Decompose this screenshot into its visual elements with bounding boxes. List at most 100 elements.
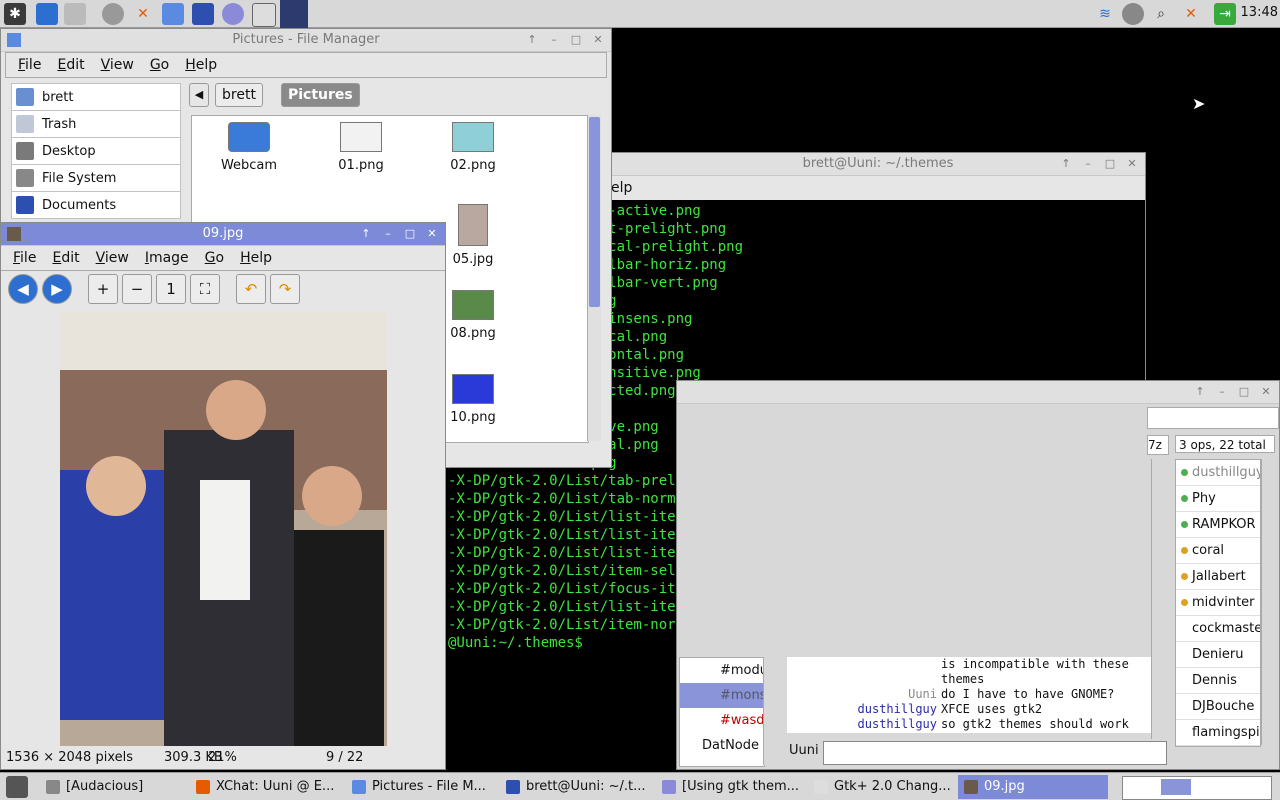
breadcrumb-brett[interactable]: brett [215, 83, 263, 107]
menu-help[interactable]: Help [232, 250, 280, 266]
logout-icon[interactable]: ⇥ [1214, 3, 1236, 25]
xchat-icon[interactable]: ✕ [132, 3, 154, 25]
maximize-button[interactable]: □ [1103, 153, 1117, 175]
channel-item[interactable]: DatNode [680, 733, 764, 758]
previous-image-button[interactable]: ◀ [8, 274, 38, 304]
menu-view[interactable]: View [93, 57, 142, 73]
chat-nick[interactable]: dusthillguy [787, 702, 941, 717]
user-list-item[interactable]: Denieru [1176, 642, 1260, 668]
menu-image[interactable]: Image [137, 250, 197, 266]
image-canvas[interactable] [4, 310, 444, 748]
browser-icon[interactable] [222, 3, 244, 25]
user-list-item[interactable]: dusthillguy [1176, 460, 1260, 486]
back-arrow-icon[interactable]: ◀ [189, 83, 209, 107]
image-viewer-titlebar[interactable]: 09.jpg ↑ – □ ✕ [1, 223, 445, 246]
taskbar-button[interactable]: brett@Uuni: ~/.t... [500, 775, 654, 799]
menu-file[interactable]: File [10, 57, 49, 73]
shade-button[interactable]: ↑ [525, 29, 539, 51]
minimize-button[interactable]: – [547, 29, 561, 51]
user-list-item[interactable]: coral [1176, 538, 1260, 564]
menu-go[interactable]: Go [197, 250, 232, 266]
chat-input[interactable] [823, 741, 1167, 765]
disk-icon[interactable] [102, 3, 124, 25]
sidebar-item-filesystem[interactable]: File System [11, 164, 181, 191]
taskbar-button[interactable]: 09.jpg [958, 775, 1108, 799]
image-viewer-icon[interactable] [280, 0, 308, 28]
taskbar-button[interactable]: XChat: Uuni @ E... [190, 775, 342, 799]
user-list-item[interactable]: Jallabert [1176, 564, 1260, 590]
menu-file[interactable]: File [5, 250, 44, 266]
taskbar-button[interactable]: Gtk+ 2.0 Chang... [808, 775, 956, 799]
terminal-titlebar[interactable]: brett@Uuni: ~/.themes ↑ – □ ✕ [611, 153, 1145, 176]
userlist-scrollbar[interactable] [1261, 459, 1275, 745]
rotate-right-button[interactable]: ↷ [270, 274, 300, 304]
chat-nick[interactable] [787, 657, 941, 672]
xchat-titlebar[interactable]: ↑ – □ ✕ [677, 381, 1279, 404]
search-icon[interactable]: ⌕ [1150, 3, 1172, 25]
user-list-item[interactable]: DJBouche [1176, 694, 1260, 720]
maximize-button[interactable]: □ [569, 29, 583, 51]
taskbar-button[interactable]: Pictures - File M... [346, 775, 498, 799]
xchat-tray-icon[interactable]: ✕ [1180, 3, 1202, 25]
maximize-button[interactable]: □ [1237, 381, 1251, 403]
sidebar-item-documents[interactable]: Documents [11, 191, 181, 219]
user-list-item[interactable]: RAMPKOR [1176, 512, 1260, 538]
shade-button[interactable]: ↑ [1059, 153, 1073, 175]
close-button[interactable]: ✕ [1125, 153, 1139, 175]
app-menu-icon[interactable]: ✱ [4, 3, 26, 25]
next-image-button[interactable]: ▶ [42, 274, 72, 304]
chat-nick[interactable]: Uuni [787, 687, 941, 702]
desktop-icon[interactable] [36, 3, 58, 25]
file-item[interactable]: Webcam [204, 122, 294, 173]
rotate-left-button[interactable]: ↶ [236, 274, 266, 304]
channel-item[interactable]: #wasd [680, 708, 764, 733]
file-view-scrollbar[interactable] [587, 115, 601, 441]
terminal-menu-help[interactable]: elp [611, 180, 632, 196]
chat-nick[interactable]: dusthillguy [787, 717, 941, 732]
maximize-button[interactable]: □ [403, 223, 417, 245]
close-button[interactable]: ✕ [591, 29, 605, 51]
user-list[interactable]: dusthillguy Phy RAMPKOR coral Jallabert midvi… [1175, 459, 1261, 747]
sidebar-item-brett[interactable]: brett [11, 83, 181, 110]
minimize-button[interactable]: – [1081, 153, 1095, 175]
sidebar-item-trash[interactable]: Trash [11, 110, 181, 137]
menu-help[interactable]: Help [177, 57, 225, 73]
menu-edit[interactable]: Edit [44, 250, 87, 266]
zoom-out-button[interactable]: − [122, 274, 152, 304]
workspace-switcher[interactable] [1122, 776, 1272, 800]
scrollbar-thumb[interactable] [589, 117, 600, 307]
user-list-item[interactable]: Gabbo [1176, 746, 1260, 747]
zoom-fit-button[interactable]: ⛶ [190, 274, 220, 304]
sidebar-item-desktop[interactable]: Desktop [11, 137, 181, 164]
shade-button[interactable]: ↑ [1193, 381, 1207, 403]
channel-tree[interactable]: #modul#monsc#wasdDatNode [679, 657, 765, 767]
user-list-item[interactable]: Phy [1176, 486, 1260, 512]
minimize-button[interactable]: – [1215, 381, 1229, 403]
user-list-item[interactable]: Dennis [1176, 668, 1260, 694]
file-manager-titlebar[interactable]: Pictures - File Manager ↑ – □ ✕ [1, 29, 611, 52]
menu-edit[interactable]: Edit [49, 57, 92, 73]
user-list-item[interactable]: cockmaster [1176, 616, 1260, 642]
volume-icon[interactable] [1122, 3, 1144, 25]
user-list-item[interactable]: midvinter [1176, 590, 1260, 616]
xchat-topic-area[interactable] [1147, 407, 1279, 429]
taskbar-button[interactable]: [Using gtk them... [656, 775, 804, 799]
channel-item[interactable]: #modul [680, 658, 764, 683]
close-button[interactable]: ✕ [425, 223, 439, 245]
chat-scrollbar[interactable] [1151, 459, 1165, 739]
terminal-menubar[interactable]: elp [611, 176, 1145, 200]
shade-button[interactable]: ↑ [359, 223, 373, 245]
close-button[interactable]: ✕ [1259, 381, 1273, 403]
breadcrumb-pictures[interactable]: Pictures [281, 83, 360, 107]
show-desktop-icon[interactable] [6, 776, 28, 798]
taskbar-button[interactable]: [Audacious] [40, 775, 190, 799]
settings-icon[interactable] [64, 3, 86, 25]
zoom-normal-button[interactable]: 1 [156, 274, 186, 304]
file-item[interactable]: 02.png [428, 122, 518, 173]
user-list-item[interactable]: flamingspin [1176, 720, 1260, 746]
file-item[interactable]: 01.png [316, 122, 406, 173]
minimize-button[interactable]: – [381, 223, 395, 245]
menu-go[interactable]: Go [142, 57, 177, 73]
workspace-active[interactable] [1161, 779, 1191, 795]
network-icon[interactable]: ≋ [1094, 3, 1116, 25]
